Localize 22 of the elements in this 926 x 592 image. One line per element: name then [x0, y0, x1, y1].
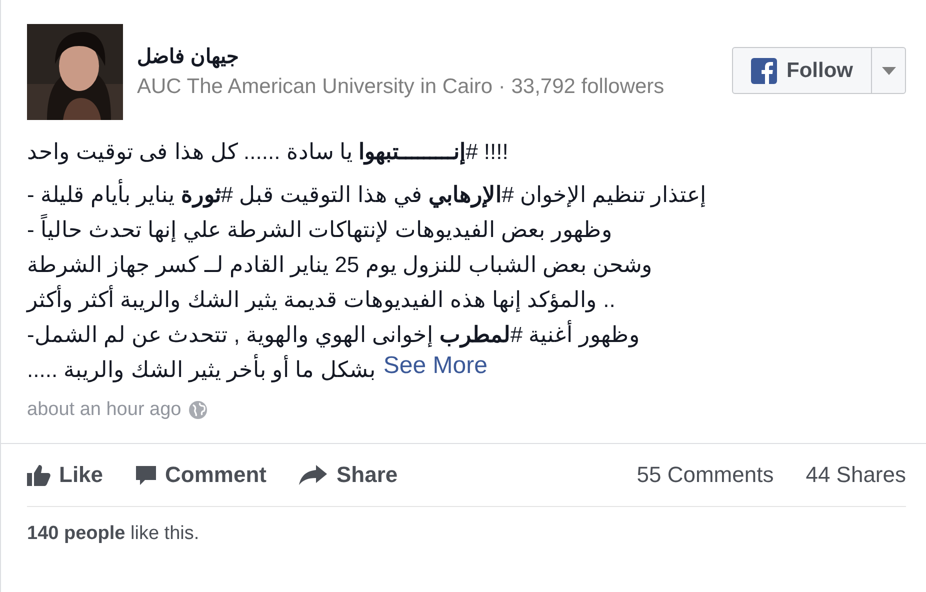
- share-arrow-icon: [298, 465, 328, 485]
- post-text: بشكل ما أو بأخر يثير الشك والريبة .....: [27, 352, 376, 387]
- thumbs-up-icon: [27, 464, 51, 486]
- see-more-link[interactable]: See More: [383, 352, 488, 380]
- post-text: إعتذار تنظيم الإخوان #الإرهابي في هذا التوقيت قبل #ثورة يناير بأيام قليلة -: [27, 177, 706, 212]
- likes-summary: 140 people like this.: [27, 523, 200, 545]
- like-button[interactable]: Like: [27, 462, 104, 488]
- caret-icon: [882, 66, 896, 74]
- share-button[interactable]: Share: [298, 462, 398, 488]
- post-text: وظهور أغنية #لمطرب إخوانى الهوي والهوية , تتحدث عن لم الشمل-: [27, 319, 640, 350]
- post-text: !!!! #إنـــــــــتبهوا يا سادة ...... كل هذا فى توقيت واحد: [27, 138, 508, 167]
- post-text: وظهور بعض الفيديوهات لإنتهاكات الشرطة علي إنها تحدث حالياً -: [27, 212, 612, 247]
- comments-count-link[interactable]: 55 Comments: [636, 462, 774, 488]
- post-text: .. والمؤكد إنها هذه الفيديوهات قديمة يثير الشك والريبة أكثر وأكثر: [27, 284, 616, 314]
- comment-button[interactable]: Comment: [135, 462, 266, 488]
- author-subtitle: AUC The American University in Cairo · 33,792 followers: [137, 75, 666, 99]
- shares-count-link[interactable]: 44 Shares: [806, 462, 906, 488]
- post-text: وشحن بعض الشباب للنزول يوم 25 يناير القادم لــ كسر جهاز الشرطة: [27, 251, 653, 280]
- speech-bubble-icon: [135, 464, 158, 486]
- facebook-logo-icon: [750, 58, 776, 84]
- globe-icon: [189, 401, 208, 419]
- author-name[interactable]: جيهان فاضل: [137, 44, 239, 69]
